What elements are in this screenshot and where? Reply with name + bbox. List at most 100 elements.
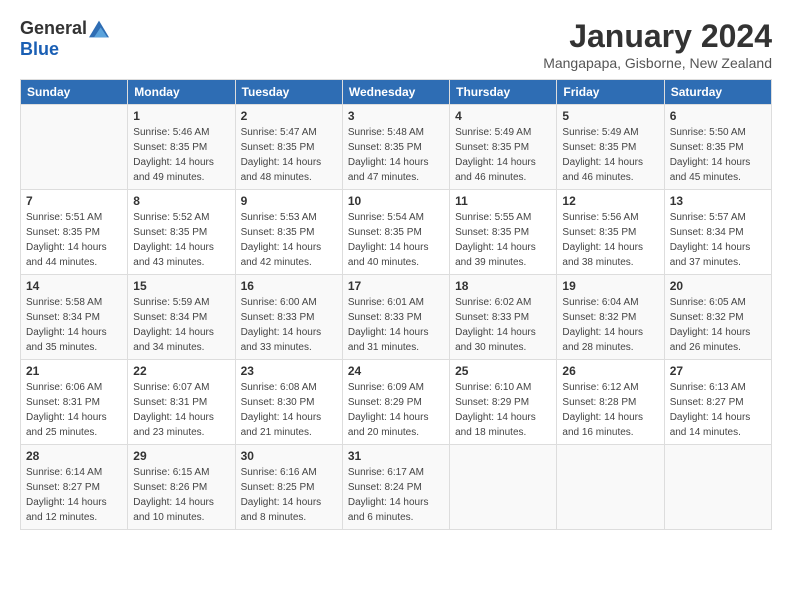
day-number: 23 [241,364,337,378]
day-number: 14 [26,279,122,293]
calendar-cell: 6 Sunrise: 5:50 AMSunset: 8:35 PMDaylight… [664,105,771,190]
day-info: Sunrise: 6:01 AMSunset: 8:33 PMDaylight:… [348,295,444,355]
day-number: 6 [670,109,766,123]
day-number: 2 [241,109,337,123]
weekday-header-row: Sunday Monday Tuesday Wednesday Thursday… [21,80,772,105]
day-info: Sunrise: 6:12 AMSunset: 8:28 PMDaylight:… [562,380,658,440]
calendar-cell: 19 Sunrise: 6:04 AMSunset: 8:32 PMDayligh… [557,275,664,360]
day-number: 25 [455,364,551,378]
calendar-cell: 2Sunrise: 5:47 AMSunset: 8:35 PMDaylight… [235,105,342,190]
header-thursday: Thursday [450,80,557,105]
calendar-cell: 5Sunrise: 5:49 AMSunset: 8:35 PMDaylight… [557,105,664,190]
day-info: Sunrise: 5:56 AMSunset: 8:35 PMDaylight:… [562,210,658,270]
calendar-week-3: 21 Sunrise: 6:06 AMSunset: 8:31 PMDayligh… [21,360,772,445]
calendar-cell: 11 Sunrise: 5:55 AMSunset: 8:35 PMDayligh… [450,190,557,275]
day-info: Sunrise: 5:49 AMSunset: 8:35 PMDaylight:… [562,125,658,185]
day-info: Sunrise: 5:58 AMSunset: 8:34 PMDaylight:… [26,295,122,355]
header-saturday: Saturday [664,80,771,105]
calendar-cell [557,445,664,530]
calendar-cell: 3 Sunrise: 5:48 AMSunset: 8:35 PMDaylight… [342,105,449,190]
calendar-week-4: 28 Sunrise: 6:14 AMSunset: 8:27 PMDayligh… [21,445,772,530]
day-info: Sunrise: 6:06 AMSunset: 8:31 PMDaylight:… [26,380,122,440]
calendar-cell: 25 Sunrise: 6:10 AMSunset: 8:29 PMDayligh… [450,360,557,445]
calendar-cell: 14 Sunrise: 5:58 AMSunset: 8:34 PMDayligh… [21,275,128,360]
day-info: Sunrise: 5:51 AMSunset: 8:35 PMDaylight:… [26,210,122,270]
calendar-cell: 26 Sunrise: 6:12 AMSunset: 8:28 PMDayligh… [557,360,664,445]
calendar-cell: 20 Sunrise: 6:05 AMSunset: 8:32 PMDayligh… [664,275,771,360]
day-number: 7 [26,194,122,208]
logo-text: General [20,18,109,39]
day-number: 8 [133,194,229,208]
logo-icon [89,19,109,39]
header-monday: Monday [128,80,235,105]
day-info: Sunrise: 6:00 AMSunset: 8:33 PMDaylight:… [241,295,337,355]
day-info: Sunrise: 6:05 AMSunset: 8:32 PMDaylight:… [670,295,766,355]
day-number: 13 [670,194,766,208]
calendar-cell [21,105,128,190]
day-number: 12 [562,194,658,208]
day-number: 10 [348,194,444,208]
day-number: 31 [348,449,444,463]
month-title: January 2024 [543,18,772,55]
day-info: Sunrise: 6:04 AMSunset: 8:32 PMDaylight:… [562,295,658,355]
day-number: 9 [241,194,337,208]
day-info: Sunrise: 5:49 AMSunset: 8:35 PMDaylight:… [455,125,551,185]
logo-general: General [20,18,87,39]
day-number: 24 [348,364,444,378]
calendar-cell: 21 Sunrise: 6:06 AMSunset: 8:31 PMDayligh… [21,360,128,445]
calendar-cell: 22Sunrise: 6:07 AMSunset: 8:31 PMDayligh… [128,360,235,445]
day-info: Sunrise: 6:08 AMSunset: 8:30 PMDaylight:… [241,380,337,440]
day-number: 28 [26,449,122,463]
calendar-cell: 27Sunrise: 6:13 AMSunset: 8:27 PMDayligh… [664,360,771,445]
calendar-cell: 10Sunrise: 5:54 AMSunset: 8:35 PMDayligh… [342,190,449,275]
calendar-cell: 18 Sunrise: 6:02 AMSunset: 8:33 PMDayligh… [450,275,557,360]
calendar-cell: 31 Sunrise: 6:17 AMSunset: 8:24 PMDayligh… [342,445,449,530]
day-number: 27 [670,364,766,378]
calendar-cell: 13Sunrise: 5:57 AMSunset: 8:34 PMDayligh… [664,190,771,275]
day-number: 22 [133,364,229,378]
day-number: 16 [241,279,337,293]
day-info: Sunrise: 6:02 AMSunset: 8:33 PMDaylight:… [455,295,551,355]
day-number: 19 [562,279,658,293]
header: General Blue January 2024 Mangapapa, Gis… [20,18,772,71]
calendar-week-1: 7 Sunrise: 5:51 AMSunset: 8:35 PMDaylight… [21,190,772,275]
location: Mangapapa, Gisborne, New Zealand [543,55,772,71]
calendar-cell: 30 Sunrise: 6:16 AMSunset: 8:25 PMDayligh… [235,445,342,530]
day-number: 4 [455,109,551,123]
day-info: Sunrise: 6:14 AMSunset: 8:27 PMDaylight:… [26,465,122,525]
day-number: 3 [348,109,444,123]
day-info: Sunrise: 6:09 AMSunset: 8:29 PMDaylight:… [348,380,444,440]
day-number: 30 [241,449,337,463]
day-number: 29 [133,449,229,463]
day-info: Sunrise: 6:10 AMSunset: 8:29 PMDaylight:… [455,380,551,440]
calendar-cell [664,445,771,530]
calendar-cell: 7 Sunrise: 5:51 AMSunset: 8:35 PMDaylight… [21,190,128,275]
day-info: Sunrise: 5:52 AMSunset: 8:35 PMDaylight:… [133,210,229,270]
day-info: Sunrise: 5:55 AMSunset: 8:35 PMDaylight:… [455,210,551,270]
day-number: 21 [26,364,122,378]
calendar-cell: 23 Sunrise: 6:08 AMSunset: 8:30 PMDayligh… [235,360,342,445]
day-info: Sunrise: 6:16 AMSunset: 8:25 PMDaylight:… [241,465,337,525]
calendar-cell: 8 Sunrise: 5:52 AMSunset: 8:35 PMDaylight… [128,190,235,275]
logo-blue: Blue [20,39,59,60]
day-number: 20 [670,279,766,293]
calendar-cell: 16 Sunrise: 6:00 AMSunset: 8:33 PMDayligh… [235,275,342,360]
header-tuesday: Tuesday [235,80,342,105]
calendar-cell [450,445,557,530]
calendar-cell: 29 Sunrise: 6:15 AMSunset: 8:26 PMDayligh… [128,445,235,530]
calendar-week-2: 14 Sunrise: 5:58 AMSunset: 8:34 PMDayligh… [21,275,772,360]
day-info: Sunrise: 5:59 AMSunset: 8:34 PMDaylight:… [133,295,229,355]
calendar-cell: 9Sunrise: 5:53 AMSunset: 8:35 PMDaylight… [235,190,342,275]
calendar-cell: 12 Sunrise: 5:56 AMSunset: 8:35 PMDayligh… [557,190,664,275]
day-info: Sunrise: 5:50 AMSunset: 8:35 PMDaylight:… [670,125,766,185]
header-sunday: Sunday [21,80,128,105]
day-info: Sunrise: 6:17 AMSunset: 8:24 PMDaylight:… [348,465,444,525]
day-info: Sunrise: 6:15 AMSunset: 8:26 PMDaylight:… [133,465,229,525]
day-number: 18 [455,279,551,293]
day-number: 11 [455,194,551,208]
day-info: Sunrise: 5:46 AMSunset: 8:35 PMDaylight:… [133,125,229,185]
logo: General Blue [20,18,109,60]
header-friday: Friday [557,80,664,105]
day-info: Sunrise: 5:48 AMSunset: 8:35 PMDaylight:… [348,125,444,185]
day-number: 26 [562,364,658,378]
